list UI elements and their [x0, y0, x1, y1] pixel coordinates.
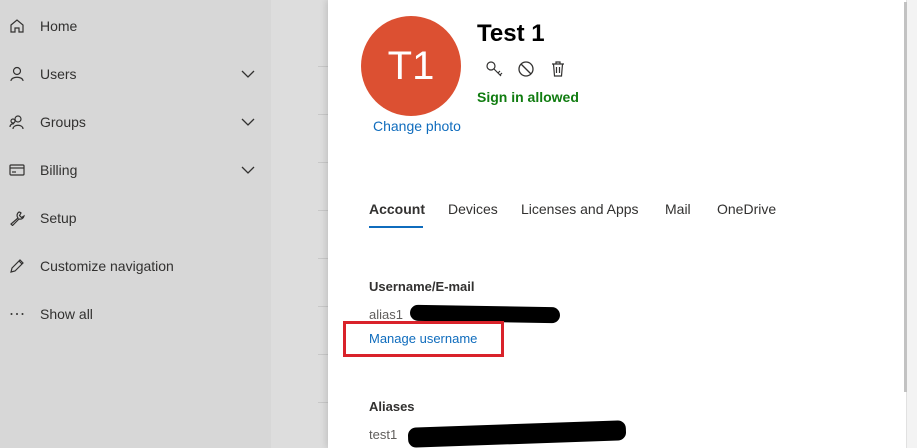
home-icon — [8, 17, 26, 35]
tab-account[interactable]: Account — [369, 201, 425, 217]
divider — [318, 162, 328, 163]
left-nav: Home Users Groups Billing Setup Customiz… — [0, 0, 271, 448]
nav-item-users[interactable]: Users — [0, 54, 271, 94]
wrench-icon — [8, 209, 26, 227]
divider — [318, 402, 328, 403]
nav-item-customize-navigation[interactable]: Customize navigation — [0, 246, 271, 286]
divider — [318, 66, 328, 67]
block-sign-in-icon[interactable] — [516, 59, 536, 79]
tab-onedrive[interactable]: OneDrive — [717, 201, 776, 217]
groups-icon — [8, 113, 26, 131]
nav-item-billing[interactable]: Billing — [0, 150, 271, 190]
aliases-value: test1 — [369, 427, 398, 442]
divider — [318, 354, 328, 355]
nav-label-users: Users — [40, 66, 77, 82]
nav-label-customize-navigation: Customize navigation — [40, 258, 174, 274]
nav-label-show-all: Show all — [40, 306, 93, 322]
chevron-down-icon[interactable] — [240, 114, 256, 130]
divider — [318, 114, 328, 115]
user-icon — [8, 65, 26, 83]
nav-item-home[interactable]: Home — [0, 6, 271, 46]
sign-in-status: Sign in allowed — [477, 89, 579, 105]
dimmed-page-background — [271, 0, 328, 448]
active-tab-indicator — [369, 226, 423, 228]
username-value: alias1 — [369, 307, 403, 322]
tab-mail[interactable]: Mail — [665, 201, 691, 217]
chevron-down-icon[interactable] — [240, 66, 256, 82]
divider — [318, 258, 328, 259]
nav-label-setup: Setup — [40, 210, 77, 226]
tab-licenses-and-apps[interactable]: Licenses and Apps — [521, 201, 639, 217]
aliases-heading: Aliases — [369, 399, 415, 414]
nav-item-groups[interactable]: Groups — [0, 102, 271, 142]
divider — [318, 306, 328, 307]
nav-item-setup[interactable]: Setup — [0, 198, 271, 238]
tab-devices[interactable]: Devices — [448, 201, 498, 217]
scrollbar-thumb[interactable] — [904, 2, 907, 392]
nav-label-home: Home — [40, 18, 78, 34]
user-display-name: Test 1 — [477, 20, 545, 47]
divider — [318, 210, 328, 211]
nav-label-groups: Groups — [40, 114, 86, 130]
ellipsis-icon — [8, 305, 26, 323]
billing-icon — [8, 161, 26, 179]
change-photo-link[interactable]: Change photo — [373, 118, 461, 134]
delete-user-icon[interactable] — [548, 59, 568, 79]
nav-label-billing: Billing — [40, 162, 78, 178]
manage-username-link[interactable]: Manage username — [369, 331, 477, 346]
nav-item-show-all[interactable]: Show all — [0, 294, 271, 334]
avatar[interactable]: T1 — [361, 16, 461, 116]
avatar-initials: T1 — [387, 43, 435, 88]
username-heading: Username/E-mail — [369, 279, 475, 294]
scrollbar[interactable] — [906, 0, 917, 448]
chevron-down-icon[interactable] — [240, 162, 256, 178]
pencil-icon — [8, 257, 26, 275]
reset-password-key-icon[interactable] — [484, 59, 504, 79]
